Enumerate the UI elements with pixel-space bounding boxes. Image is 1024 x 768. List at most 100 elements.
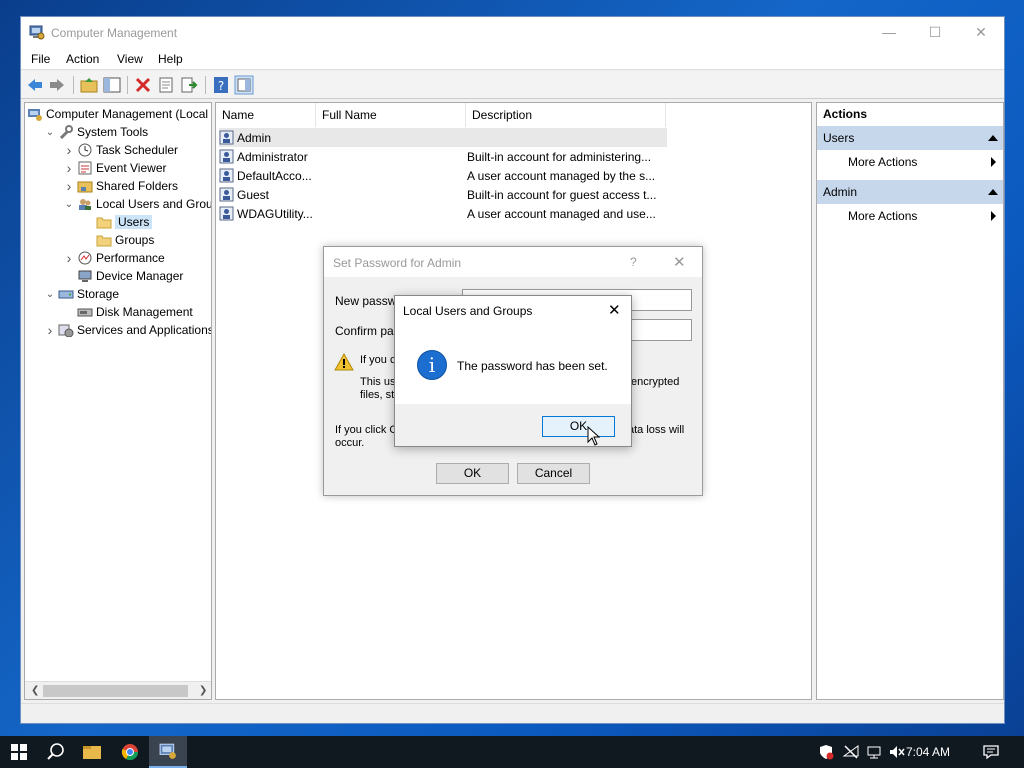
- table-row[interactable]: DefaultAcco... A user account managed by …: [219, 166, 667, 185]
- properties-icon[interactable]: [156, 75, 176, 95]
- network-disconnected-icon[interactable]: [843, 744, 859, 760]
- volume-muted-icon[interactable]: [888, 744, 906, 760]
- performance-icon: [78, 251, 92, 265]
- more-actions-admin[interactable]: More Actions: [848, 209, 917, 223]
- expand-right-icon[interactable]: ›: [63, 160, 75, 176]
- notifications-icon[interactable]: [983, 744, 999, 760]
- tree-item[interactable]: Disk Management: [63, 303, 193, 321]
- expand-right-icon[interactable]: ›: [63, 178, 75, 194]
- table-row[interactable]: Guest Built-in account for guest access t…: [219, 185, 667, 204]
- table-row[interactable]: Admin: [219, 128, 667, 147]
- dialog-title-bar[interactable]: Set Password for Admin ? ✕: [324, 247, 702, 277]
- actions-group-title: Admin: [823, 185, 858, 199]
- table-row[interactable]: WDAGUtility... A user account managed and…: [219, 204, 667, 223]
- taskbar: 7:04 AM: [0, 736, 1024, 768]
- menu-view[interactable]: View: [117, 52, 143, 66]
- collapse-up-icon[interactable]: [988, 189, 998, 195]
- tree-item[interactable]: ⌄ Storage: [44, 285, 119, 303]
- footer-text-line1: If you click O: [335, 424, 398, 436]
- user-name: WDAGUtility...: [237, 206, 313, 221]
- dialog-cancel-button[interactable]: Cancel: [517, 463, 590, 484]
- message-box-close-icon[interactable]: ✕: [608, 301, 621, 319]
- tree-item[interactable]: Users: [82, 213, 153, 231]
- title-bar[interactable]: Computer Management — ☐ ✕: [21, 17, 1004, 48]
- delete-icon[interactable]: [133, 75, 153, 95]
- message-box: Local Users and Groups ✕ i The password …: [394, 295, 632, 447]
- actions-group-admin[interactable]: Admin: [817, 180, 1003, 204]
- expand-down-icon[interactable]: ⌄: [44, 289, 56, 300]
- help-button[interactable]: ?: [630, 255, 637, 269]
- column-header-full-name[interactable]: Full Name: [316, 103, 466, 127]
- toolbar-separator: [73, 76, 74, 94]
- search-button[interactable]: [37, 736, 75, 768]
- toolbar-separator: [127, 76, 128, 94]
- message-text: The password has been set.: [457, 359, 608, 373]
- windows-logo-icon: [11, 744, 27, 760]
- tree-item-label: Task Scheduler: [96, 143, 179, 157]
- export-list-icon[interactable]: [179, 75, 199, 95]
- security-shield-icon[interactable]: [818, 744, 834, 760]
- tree-item[interactable]: › Performance: [63, 249, 165, 267]
- console-tree[interactable]: ❮ ❯ Computer Management (Local ⌄ System To…: [24, 102, 212, 700]
- taskbar-clock[interactable]: 7:04 AM: [906, 745, 950, 759]
- column-header-name[interactable]: Name: [216, 103, 316, 127]
- tree-item[interactable]: › Event Viewer: [63, 159, 167, 177]
- forward-arrow-icon[interactable]: [47, 75, 67, 95]
- users-icon: [79, 199, 91, 210]
- chrome-button[interactable]: [111, 736, 149, 768]
- folder-icon: [96, 235, 112, 247]
- tree-item[interactable]: › Services and Applications: [44, 321, 211, 339]
- expand-right-icon[interactable]: ›: [44, 322, 56, 338]
- submenu-arrow-icon[interactable]: [991, 211, 996, 221]
- scroll-left-icon[interactable]: ❮: [31, 685, 39, 696]
- scroll-thumb[interactable]: [43, 685, 188, 697]
- show-hide-tree-icon[interactable]: [102, 75, 122, 95]
- table-row[interactable]: Administrator Built-in account for admini…: [219, 147, 667, 166]
- menu-help[interactable]: Help: [158, 52, 183, 66]
- message-box-ok-button[interactable]: OK: [542, 416, 615, 437]
- tree-item[interactable]: › Shared Folders: [63, 177, 178, 195]
- dialog-close-icon[interactable]: ✕: [673, 253, 686, 271]
- device-manager-icon: [78, 270, 92, 282]
- tree-item[interactable]: ⌄ System Tools: [44, 123, 148, 141]
- svg-text:?: ?: [218, 79, 224, 93]
- actions-group-users[interactable]: Users: [817, 126, 1003, 150]
- expand-down-icon[interactable]: ⌄: [63, 199, 75, 210]
- close-button[interactable]: ✕: [958, 17, 1004, 48]
- user-account-icon: [219, 130, 234, 145]
- menu-action[interactable]: Action: [66, 52, 99, 66]
- computer-management-taskbar-button[interactable]: [149, 736, 187, 768]
- tree-item-label: Storage: [77, 287, 120, 301]
- expand-down-icon[interactable]: ⌄: [44, 127, 56, 138]
- submenu-arrow-icon[interactable]: [991, 157, 996, 167]
- help-icon[interactable]: ?: [211, 75, 231, 95]
- clock-icon: [78, 143, 92, 157]
- scroll-right-icon[interactable]: ❯: [199, 685, 207, 696]
- actions-header: Actions: [823, 107, 868, 121]
- collapse-up-icon[interactable]: [988, 135, 998, 141]
- tree-item[interactable]: Groups: [82, 231, 154, 249]
- file-explorer-icon: [83, 746, 101, 759]
- storage-icon: [58, 290, 74, 299]
- user-description: Built-in account for guest access t...: [467, 187, 657, 202]
- file-explorer-button[interactable]: [73, 736, 111, 768]
- menu-bar: File Action View Help: [21, 48, 1004, 70]
- column-header-description[interactable]: Description: [466, 103, 666, 127]
- maximize-button[interactable]: ☐: [912, 17, 958, 48]
- expand-right-icon[interactable]: ›: [63, 250, 75, 266]
- up-folder-icon[interactable]: [79, 75, 99, 95]
- tree-item[interactable]: Computer Management (Local: [25, 105, 208, 123]
- minimize-button[interactable]: —: [866, 17, 912, 48]
- dialog-ok-button[interactable]: OK: [436, 463, 509, 484]
- tree-item[interactable]: › Task Scheduler: [63, 141, 178, 159]
- tree-item[interactable]: Device Manager: [63, 267, 183, 285]
- network-icon[interactable]: [866, 744, 882, 760]
- back-arrow-icon[interactable]: [25, 75, 45, 95]
- start-button[interactable]: [0, 736, 38, 768]
- tree-item[interactable]: ⌄ Local Users and Groups: [63, 195, 211, 213]
- tree-horizontal-scrollbar[interactable]: ❮ ❯: [25, 681, 211, 699]
- menu-file[interactable]: File: [31, 52, 50, 66]
- show-action-pane-icon[interactable]: [234, 75, 254, 95]
- expand-right-icon[interactable]: ›: [63, 142, 75, 158]
- more-actions-users[interactable]: More Actions: [848, 155, 917, 169]
